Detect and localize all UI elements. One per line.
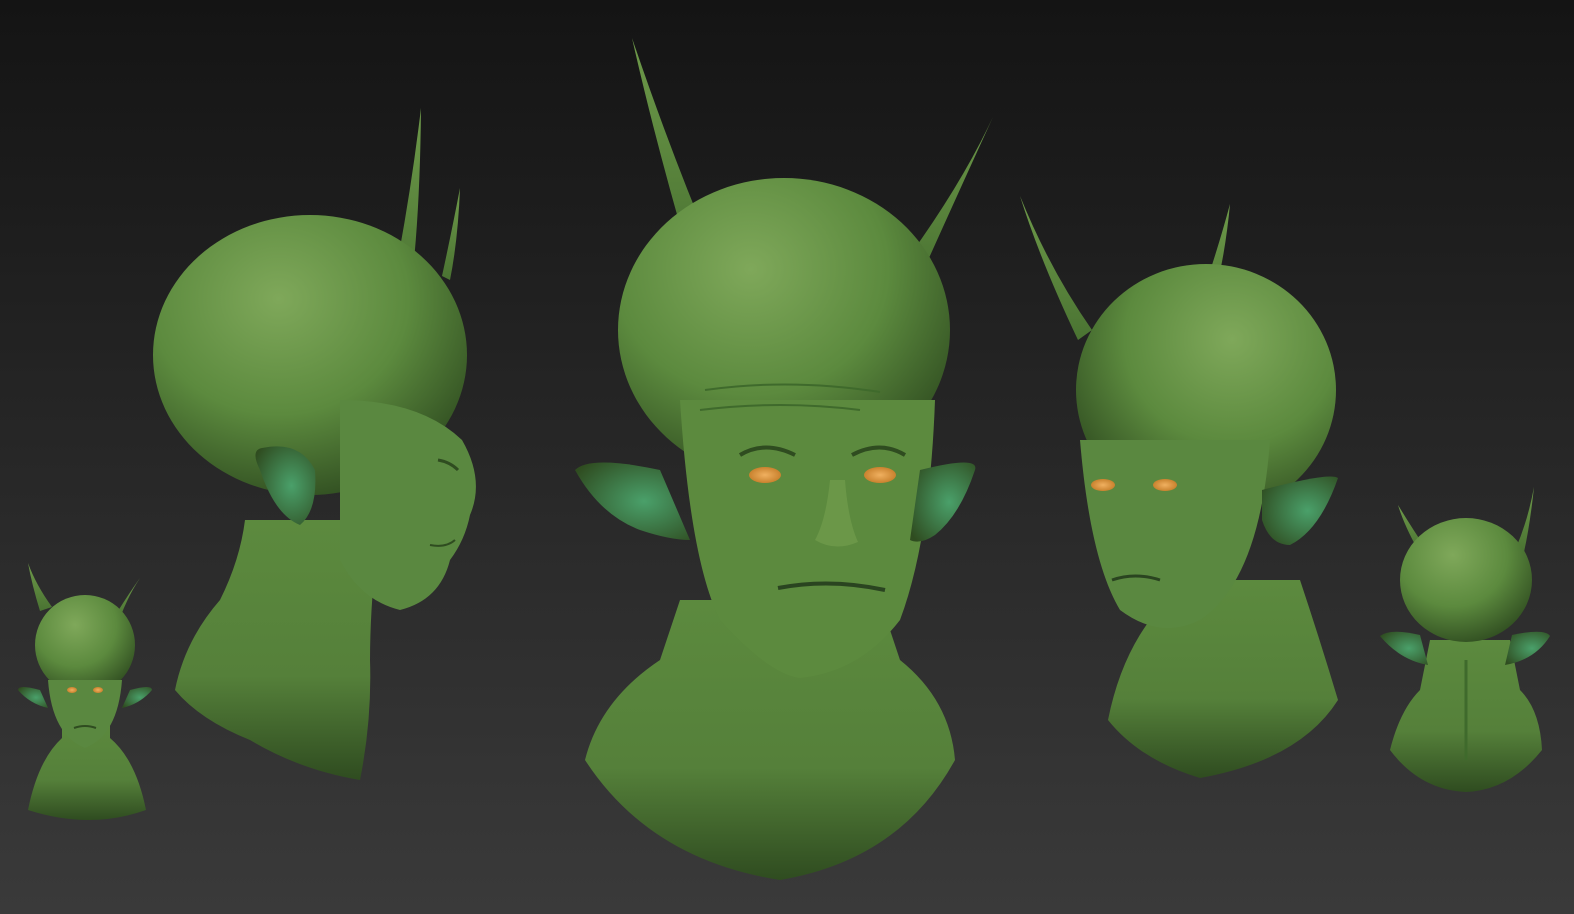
eye-left xyxy=(749,467,781,483)
eye-right xyxy=(864,467,896,483)
eye-left xyxy=(1091,479,1115,491)
skull xyxy=(1400,518,1532,642)
eye-right xyxy=(93,687,103,693)
eye-left xyxy=(67,687,77,693)
render-viewport xyxy=(0,0,1574,914)
eye-right xyxy=(1153,479,1177,491)
sculpt-render-canvas xyxy=(0,0,1574,914)
